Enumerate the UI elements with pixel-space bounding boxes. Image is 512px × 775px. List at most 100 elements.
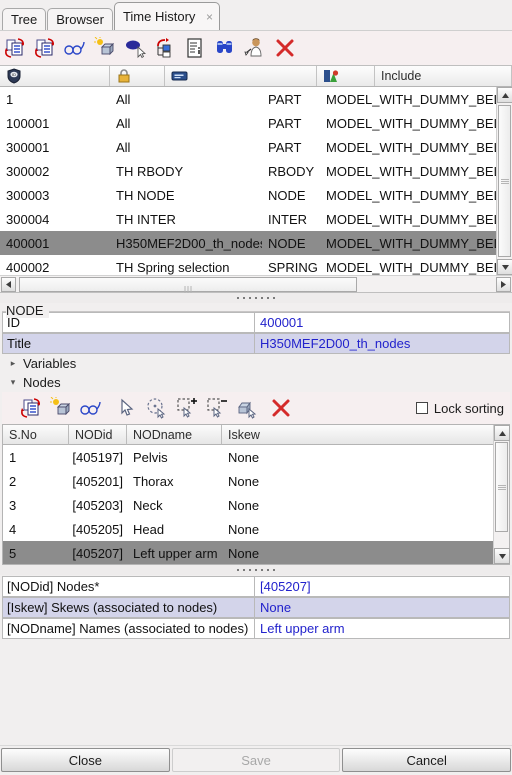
detail-key-iskew: [Iskew] Skews (associated to nodes) xyxy=(2,597,255,618)
detail-value-iskew[interactable]: None xyxy=(255,597,510,618)
property-row-title[interactable]: Title H350MEF2D00_th_nodes xyxy=(2,333,510,354)
cell-nodid: [405197] xyxy=(72,449,123,465)
cell-type: NODE xyxy=(268,235,306,251)
cell-type: PART xyxy=(268,139,302,155)
scroll-up-icon[interactable] xyxy=(494,425,510,441)
tab-time-history[interactable]: Time History × xyxy=(113,2,221,30)
table-row[interactable]: 300002 TH RBODY RBODY MODEL_WITH_DUMMY_B… xyxy=(0,159,496,183)
table-row[interactable]: 100001 All PART MODEL_WITH_DUMMY_BEL xyxy=(0,111,496,135)
property-value-title[interactable]: H350MEF2D00_th_nodes xyxy=(255,333,510,354)
property-row-id[interactable]: ID 400001 xyxy=(2,312,510,333)
scroll-down-icon[interactable] xyxy=(494,548,510,564)
highlight-box-icon[interactable] xyxy=(90,33,120,63)
card-label-icon xyxy=(171,71,188,81)
table-row[interactable]: 4 [405205] Head None xyxy=(3,517,493,541)
column-header-lock[interactable] xyxy=(110,66,165,86)
column-header-nodname[interactable]: NODname xyxy=(127,425,222,445)
lock-sorting-label: Lock sorting xyxy=(433,400,504,416)
column-header-iskew[interactable]: Iskew xyxy=(222,425,509,445)
table-row[interactable]: 300004 TH INTER INTER MODEL_WITH_DUMMY_B… xyxy=(0,207,496,231)
panel-splitter[interactable] xyxy=(0,293,512,303)
table-row[interactable]: 2 [405201] Thorax None xyxy=(3,469,493,493)
scroll-left-icon[interactable] xyxy=(1,277,16,292)
detail-row-nodid[interactable]: [NODid] Nodes* [405207] xyxy=(2,576,510,597)
cell-title: All xyxy=(116,139,131,155)
grid-horizontal-scrollbar[interactable] xyxy=(0,275,512,293)
chevron-right-icon[interactable]: ▸ xyxy=(7,358,19,369)
export-entity-icon[interactable] xyxy=(30,33,60,63)
cell-include: MODEL_WITH_DUMMY_BEL xyxy=(326,163,496,179)
tab-browser[interactable]: Browser xyxy=(47,8,113,30)
detail-value-nodid[interactable]: [405207] xyxy=(255,576,510,597)
scroll-thumb[interactable] xyxy=(498,105,511,257)
table-row[interactable]: 1 [405197] Pelvis None xyxy=(3,445,493,469)
detail-splitter[interactable] xyxy=(0,565,512,575)
binoculars-find-icon[interactable] xyxy=(210,33,240,63)
grid-rows[interactable]: 1 All PART MODEL_WITH_DUMMY_BEL 100001 A… xyxy=(0,87,496,275)
scroll-down-icon[interactable] xyxy=(497,259,512,275)
table-row-selected[interactable]: 400001 H350MEF2D00_th_nodes NODE MODEL_W… xyxy=(0,231,496,255)
scroll-thumb[interactable] xyxy=(495,442,508,532)
import-entity-icon[interactable] xyxy=(16,393,46,423)
cell-include: MODEL_WITH_DUMMY_BEL xyxy=(326,91,496,107)
chevron-down-icon[interactable]: ▾ xyxy=(7,377,19,388)
box-add-icon[interactable] xyxy=(172,393,202,423)
dummy-person-icon[interactable] xyxy=(240,33,270,63)
delete-cross-icon[interactable] xyxy=(270,33,300,63)
cell-nodname: Left upper arm xyxy=(133,545,218,561)
table-row[interactable]: 3 [405203] Neck None xyxy=(3,493,493,517)
detail-value-nodname[interactable]: Left upper arm xyxy=(255,618,510,639)
column-header-include[interactable]: Include xyxy=(375,66,512,86)
delete-cross-icon[interactable] xyxy=(266,393,296,423)
hscroll-thumb[interactable] xyxy=(19,277,357,293)
detail-key-nodname: [NODname] Names (associated to nodes) xyxy=(2,618,255,639)
table-row[interactable]: 300001 All PART MODEL_WITH_DUMMY_BEL xyxy=(0,135,496,159)
cell-sno: 5 xyxy=(9,545,17,561)
scroll-up-icon[interactable] xyxy=(497,87,512,103)
column-header-type[interactable] xyxy=(317,66,375,86)
column-header-include-label: Include xyxy=(381,69,422,83)
table-row[interactable]: 1 All PART MODEL_WITH_DUMMY_BEL xyxy=(0,87,496,111)
splitter-dot xyxy=(261,569,263,571)
blob-select-icon[interactable] xyxy=(232,393,262,423)
cell-sno: 3 xyxy=(9,497,17,513)
cell-iskew: None xyxy=(228,545,260,561)
time-history-dialog: Tree Browser Time History × ID Include 1… xyxy=(0,0,512,775)
blob-select-icon[interactable] xyxy=(120,33,150,63)
glasses-view-icon[interactable] xyxy=(60,33,90,63)
save-button[interactable]: Save xyxy=(171,748,341,772)
close-button[interactable]: Close xyxy=(1,748,170,772)
detail-key-nodid: [NODid] Nodes* xyxy=(2,576,255,597)
cancel-button[interactable]: Cancel xyxy=(342,748,512,772)
column-header-sno[interactable]: S.No xyxy=(3,425,69,445)
column-header-title[interactable] xyxy=(165,66,317,86)
circle-select-icon[interactable] xyxy=(142,393,172,423)
tree-item-variables[interactable]: ▸ Variables xyxy=(2,354,510,373)
table-row[interactable]: 400002 TH Spring selection SPRING MODEL_… xyxy=(0,255,496,275)
nodes-vertical-scrollbar[interactable] xyxy=(493,425,510,564)
scroll-right-icon[interactable] xyxy=(496,277,511,292)
cell-id: 300003 xyxy=(6,187,50,203)
detail-row-nodname[interactable]: [NODname] Names (associated to nodes) Le… xyxy=(2,618,510,639)
pointer-select-icon[interactable] xyxy=(112,393,142,423)
cell-nodid: [405203] xyxy=(72,497,123,513)
property-value-id[interactable]: 400001 xyxy=(255,312,510,333)
glasses-view-icon[interactable] xyxy=(76,393,106,423)
table-row[interactable]: 300003 TH NODE NODE MODEL_WITH_DUMMY_BEL xyxy=(0,183,496,207)
table-row-selected[interactable]: 5 [405207] Left upper arm None xyxy=(3,541,493,564)
tree-item-nodes[interactable]: ▾ Nodes xyxy=(2,373,510,392)
import-entity-icon[interactable] xyxy=(0,33,30,63)
grid-vertical-scrollbar[interactable] xyxy=(496,87,512,275)
tab-tree[interactable]: Tree xyxy=(2,8,47,30)
column-header-id[interactable]: ID xyxy=(0,66,110,86)
nodes-grid-rows[interactable]: 1 [405197] Pelvis None 2 [405201] Thorax… xyxy=(3,445,493,564)
checkbox-box-icon[interactable] xyxy=(415,402,428,414)
column-header-nodid[interactable]: NODid xyxy=(69,425,127,445)
detail-row-iskew[interactable]: [Iskew] Skews (associated to nodes) None xyxy=(2,597,510,618)
tab-close-icon[interactable]: × xyxy=(206,10,213,24)
highlight-box-icon[interactable] xyxy=(46,393,76,423)
box-remove-icon[interactable] xyxy=(202,393,232,423)
tree-undo-icon[interactable] xyxy=(150,33,180,63)
lock-sorting-checkbox[interactable]: Lock sorting xyxy=(415,400,504,416)
info-document-icon[interactable] xyxy=(180,33,210,63)
